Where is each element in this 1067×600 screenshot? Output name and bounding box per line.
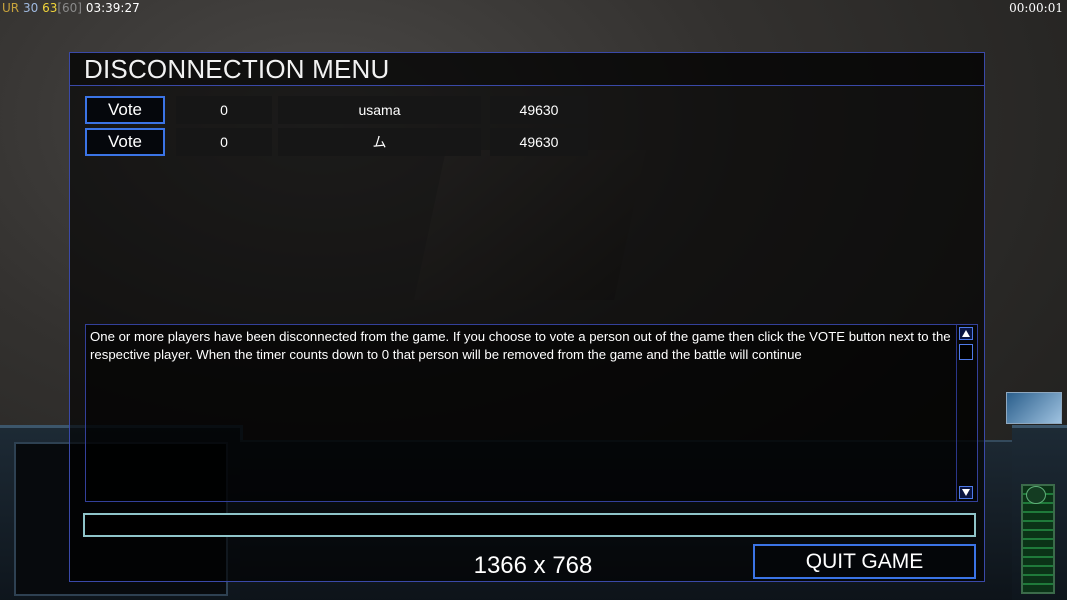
resolution-label: 1366 x 768 [473, 552, 593, 579]
stats-label: UR [2, 1, 20, 15]
dialog-title-bar: DISCONNECTION MENU [70, 53, 984, 86]
disconnect-message: One or more players have been disconnect… [90, 329, 951, 362]
stats-value-1: 30 [22, 1, 39, 15]
message-scrollbar[interactable] [956, 325, 977, 501]
stats-value-2: 63 [42, 1, 58, 15]
scroll-up-arrow-icon[interactable] [959, 327, 973, 340]
chat-input[interactable] [83, 513, 976, 537]
message-box: One or more players have been disconnect… [85, 324, 978, 502]
disconnection-dialog: DISCONNECTION MENU Vote 0 usama 49630 Vo… [69, 52, 985, 582]
stats-time: 03:39:27 [85, 1, 140, 15]
vote-button[interactable]: Vote [85, 96, 165, 124]
performance-stats: UR 30 63[60] 03:39:27 [2, 0, 140, 16]
dialog-title: DISCONNECTION MENU [84, 54, 390, 84]
scroll-down-arrow-icon[interactable] [959, 486, 973, 499]
player-name: usama [278, 96, 481, 124]
star-badge-icon [1026, 486, 1046, 504]
player-name: ム [278, 128, 481, 156]
game-clock: 00:00:01 [1009, 1, 1063, 15]
scroll-thumb[interactable] [959, 344, 973, 360]
vote-button[interactable]: Vote [85, 128, 165, 156]
vote-count: 0 [176, 128, 272, 156]
quit-game-button[interactable]: QUIT GAME [753, 544, 976, 579]
disconnect-timer: 49630 [490, 96, 588, 124]
disconnect-timer: 49630 [490, 128, 588, 156]
vote-count: 0 [176, 96, 272, 124]
satellite-icon [1006, 392, 1062, 424]
stats-value-3: [60] [57, 1, 82, 15]
